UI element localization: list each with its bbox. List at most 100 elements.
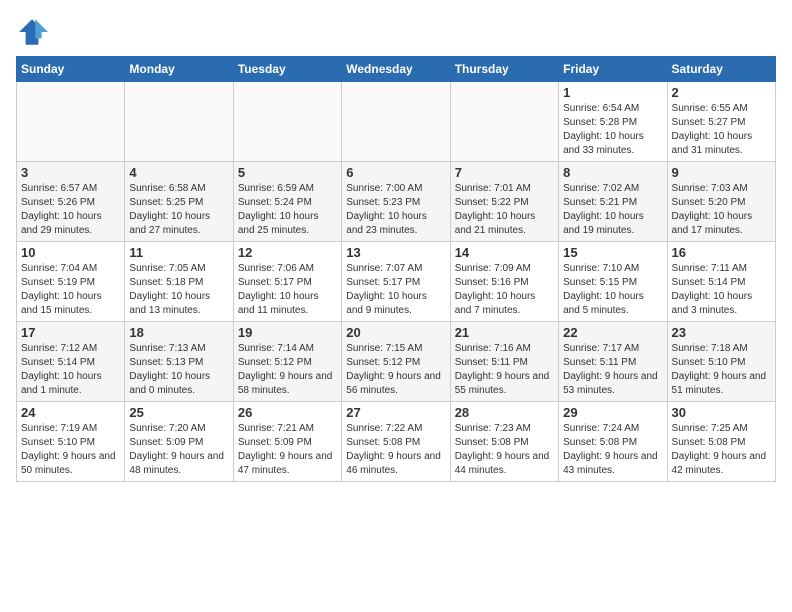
day-number: 19	[238, 325, 337, 340]
day-number: 18	[129, 325, 228, 340]
day-info: Sunrise: 7:22 AM Sunset: 5:08 PM Dayligh…	[346, 422, 445, 478]
calendar-header-row: SundayMondayTuesdayWednesdayThursdayFrid…	[17, 57, 776, 82]
day-info: Sunrise: 7:25 AM Sunset: 5:08 PM Dayligh…	[672, 422, 771, 478]
day-info: Sunrise: 7:13 AM Sunset: 5:13 PM Dayligh…	[129, 342, 228, 398]
day-info: Sunrise: 7:09 AM Sunset: 5:16 PM Dayligh…	[455, 262, 554, 318]
day-number: 30	[672, 405, 771, 420]
day-info: Sunrise: 7:07 AM Sunset: 5:17 PM Dayligh…	[346, 262, 445, 318]
calendar-cell	[450, 82, 558, 162]
logo-icon	[16, 16, 48, 48]
calendar-cell: 30 Sunrise: 7:25 AM Sunset: 5:08 PM Dayli…	[667, 402, 775, 482]
day-info: Sunrise: 6:55 AM Sunset: 5:27 PM Dayligh…	[672, 102, 771, 158]
calendar-cell: 26 Sunrise: 7:21 AM Sunset: 5:09 PM Dayli…	[233, 402, 341, 482]
calendar-cell: 7Sunrise: 7:01 AM Sunset: 5:22 PM Daylig…	[450, 162, 558, 242]
calendar-cell	[233, 82, 341, 162]
calendar-cell: 23 Sunrise: 7:18 AM Sunset: 5:10 PM Dayli…	[667, 322, 775, 402]
day-number: 23	[672, 325, 771, 340]
day-info: Sunrise: 7:01 AM Sunset: 5:22 PM Dayligh…	[455, 182, 554, 238]
day-header-saturday: Saturday	[667, 57, 775, 82]
day-number: 4	[129, 165, 228, 180]
calendar-cell: 11 Sunrise: 7:05 AM Sunset: 5:18 PM Dayli…	[125, 242, 233, 322]
day-number: 29	[563, 405, 662, 420]
calendar-cell: 1Sunrise: 6:54 AM Sunset: 5:28 PM Daylig…	[559, 82, 667, 162]
day-info: Sunrise: 6:54 AM Sunset: 5:28 PM Dayligh…	[563, 102, 662, 158]
week-row-3: 10 Sunrise: 7:04 AM Sunset: 5:19 PM Dayli…	[17, 242, 776, 322]
day-number: 14	[455, 245, 554, 260]
day-number: 3	[21, 165, 120, 180]
calendar-cell: 18 Sunrise: 7:13 AM Sunset: 5:13 PM Dayli…	[125, 322, 233, 402]
day-number: 17	[21, 325, 120, 340]
day-number: 2	[672, 85, 771, 100]
day-info: Sunrise: 7:17 AM Sunset: 5:11 PM Dayligh…	[563, 342, 662, 398]
header	[16, 16, 776, 48]
day-info: Sunrise: 6:58 AM Sunset: 5:25 PM Dayligh…	[129, 182, 228, 238]
calendar-cell: 12 Sunrise: 7:06 AM Sunset: 5:17 PM Dayli…	[233, 242, 341, 322]
day-header-wednesday: Wednesday	[342, 57, 450, 82]
calendar-cell: 28 Sunrise: 7:23 AM Sunset: 5:08 PM Dayli…	[450, 402, 558, 482]
calendar-cell	[17, 82, 125, 162]
day-number: 27	[346, 405, 445, 420]
day-number: 16	[672, 245, 771, 260]
calendar-cell: 14 Sunrise: 7:09 AM Sunset: 5:16 PM Dayli…	[450, 242, 558, 322]
day-info: Sunrise: 7:16 AM Sunset: 5:11 PM Dayligh…	[455, 342, 554, 398]
calendar-cell: 16 Sunrise: 7:11 AM Sunset: 5:14 PM Dayli…	[667, 242, 775, 322]
day-number: 26	[238, 405, 337, 420]
day-number: 10	[21, 245, 120, 260]
day-number: 5	[238, 165, 337, 180]
day-number: 13	[346, 245, 445, 260]
day-info: Sunrise: 7:18 AM Sunset: 5:10 PM Dayligh…	[672, 342, 771, 398]
day-info: Sunrise: 7:19 AM Sunset: 5:10 PM Dayligh…	[21, 422, 120, 478]
calendar-cell: 29Sunrise: 7:24 AM Sunset: 5:08 PM Dayli…	[559, 402, 667, 482]
calendar-cell: 6 Sunrise: 7:00 AM Sunset: 5:23 PM Daylig…	[342, 162, 450, 242]
day-number: 12	[238, 245, 337, 260]
day-number: 28	[455, 405, 554, 420]
calendar-cell: 9 Sunrise: 7:03 AM Sunset: 5:20 PM Daylig…	[667, 162, 775, 242]
calendar-cell: 4 Sunrise: 6:58 AM Sunset: 5:25 PM Daylig…	[125, 162, 233, 242]
calendar-cell: 5 Sunrise: 6:59 AM Sunset: 5:24 PM Daylig…	[233, 162, 341, 242]
calendar-cell: 2 Sunrise: 6:55 AM Sunset: 5:27 PM Daylig…	[667, 82, 775, 162]
week-row-5: 24 Sunrise: 7:19 AM Sunset: 5:10 PM Dayli…	[17, 402, 776, 482]
calendar-cell: 27 Sunrise: 7:22 AM Sunset: 5:08 PM Dayli…	[342, 402, 450, 482]
week-row-2: 3Sunrise: 6:57 AM Sunset: 5:26 PM Daylig…	[17, 162, 776, 242]
day-header-thursday: Thursday	[450, 57, 558, 82]
day-number: 24	[21, 405, 120, 420]
week-row-1: 1Sunrise: 6:54 AM Sunset: 5:28 PM Daylig…	[17, 82, 776, 162]
day-number: 9	[672, 165, 771, 180]
day-header-monday: Monday	[125, 57, 233, 82]
day-number: 20	[346, 325, 445, 340]
day-info: Sunrise: 7:23 AM Sunset: 5:08 PM Dayligh…	[455, 422, 554, 478]
day-info: Sunrise: 7:04 AM Sunset: 5:19 PM Dayligh…	[21, 262, 120, 318]
day-info: Sunrise: 7:15 AM Sunset: 5:12 PM Dayligh…	[346, 342, 445, 398]
day-header-friday: Friday	[559, 57, 667, 82]
day-header-tuesday: Tuesday	[233, 57, 341, 82]
logo	[16, 16, 52, 48]
calendar-cell	[342, 82, 450, 162]
calendar-cell: 19 Sunrise: 7:14 AM Sunset: 5:12 PM Dayli…	[233, 322, 341, 402]
day-number: 15	[563, 245, 662, 260]
day-info: Sunrise: 6:59 AM Sunset: 5:24 PM Dayligh…	[238, 182, 337, 238]
day-info: Sunrise: 7:20 AM Sunset: 5:09 PM Dayligh…	[129, 422, 228, 478]
day-number: 22	[563, 325, 662, 340]
day-info: Sunrise: 7:11 AM Sunset: 5:14 PM Dayligh…	[672, 262, 771, 318]
calendar-cell: 3Sunrise: 6:57 AM Sunset: 5:26 PM Daylig…	[17, 162, 125, 242]
day-number: 11	[129, 245, 228, 260]
day-info: Sunrise: 7:00 AM Sunset: 5:23 PM Dayligh…	[346, 182, 445, 238]
day-number: 6	[346, 165, 445, 180]
calendar-cell: 17 Sunrise: 7:12 AM Sunset: 5:14 PM Dayli…	[17, 322, 125, 402]
calendar-cell: 24 Sunrise: 7:19 AM Sunset: 5:10 PM Dayli…	[17, 402, 125, 482]
day-header-sunday: Sunday	[17, 57, 125, 82]
day-info: Sunrise: 7:14 AM Sunset: 5:12 PM Dayligh…	[238, 342, 337, 398]
calendar-cell: 13 Sunrise: 7:07 AM Sunset: 5:17 PM Dayli…	[342, 242, 450, 322]
calendar-cell	[125, 82, 233, 162]
day-info: Sunrise: 7:05 AM Sunset: 5:18 PM Dayligh…	[129, 262, 228, 318]
calendar-cell: 22 Sunrise: 7:17 AM Sunset: 5:11 PM Dayli…	[559, 322, 667, 402]
day-info: Sunrise: 7:10 AM Sunset: 5:15 PM Dayligh…	[563, 262, 662, 318]
calendar-cell: 21Sunrise: 7:16 AM Sunset: 5:11 PM Dayli…	[450, 322, 558, 402]
day-info: Sunrise: 7:12 AM Sunset: 5:14 PM Dayligh…	[21, 342, 120, 398]
day-info: Sunrise: 7:03 AM Sunset: 5:20 PM Dayligh…	[672, 182, 771, 238]
calendar-cell: 25Sunrise: 7:20 AM Sunset: 5:09 PM Dayli…	[125, 402, 233, 482]
calendar-cell: 15 Sunrise: 7:10 AM Sunset: 5:15 PM Dayli…	[559, 242, 667, 322]
week-row-4: 17 Sunrise: 7:12 AM Sunset: 5:14 PM Dayli…	[17, 322, 776, 402]
day-info: Sunrise: 7:06 AM Sunset: 5:17 PM Dayligh…	[238, 262, 337, 318]
day-info: Sunrise: 7:21 AM Sunset: 5:09 PM Dayligh…	[238, 422, 337, 478]
